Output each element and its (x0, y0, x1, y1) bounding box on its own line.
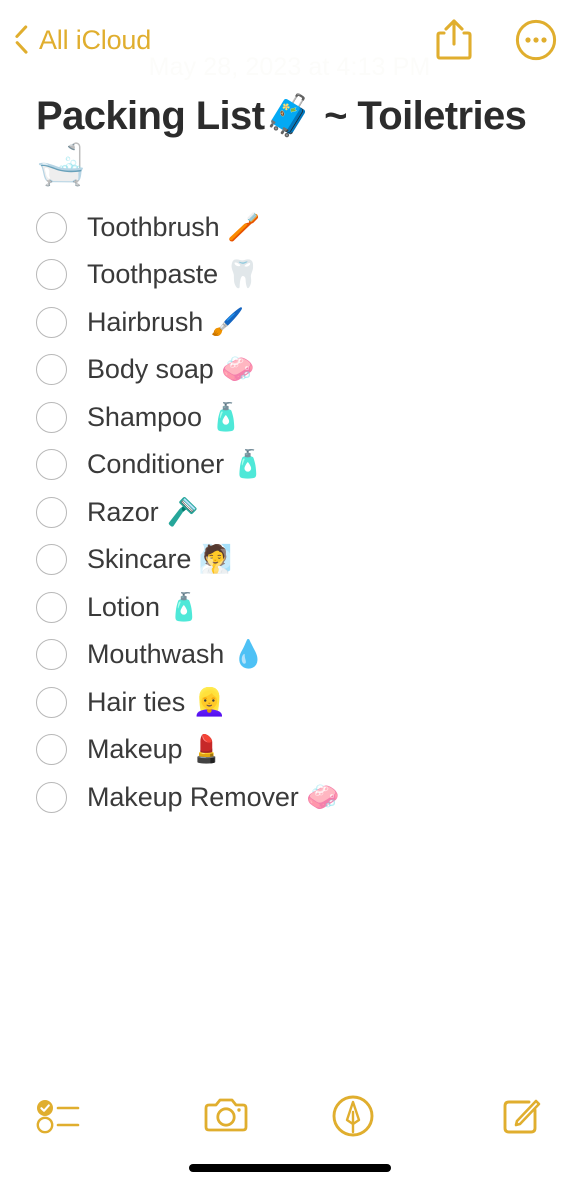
checklist-row[interactable]: Conditioner 🧴 (18, 441, 561, 489)
camera-icon (202, 1096, 250, 1141)
checklist-row[interactable]: Shampoo 🧴 (18, 394, 561, 442)
markup-pen-icon (331, 1094, 375, 1143)
checkbox-circle-icon[interactable] (36, 734, 67, 766)
checkbox-circle-icon[interactable] (36, 306, 67, 338)
checklist-item-label: Toothpaste 🦷 (87, 259, 260, 290)
back-button-label: All iCloud (39, 24, 152, 55)
checklist-item-label: Razor 🪒 (87, 496, 200, 527)
checkbox-circle-icon[interactable] (36, 496, 67, 528)
back-button[interactable]: All iCloud (12, 25, 151, 55)
checkbox-circle-icon[interactable] (36, 401, 67, 433)
checklist-item-label: Conditioner 🧴 (87, 449, 265, 480)
checklist-row[interactable]: Toothpaste 🦷 (18, 251, 561, 299)
checklist-icon (36, 1097, 82, 1140)
chevron-left-icon (12, 25, 30, 55)
note-body[interactable]: Packing List🧳 ~ Toiletries 🛁 Toothbrush … (0, 80, 579, 1072)
checklist-item-label: Shampoo 🧴 (87, 401, 243, 432)
compose-button[interactable] (416, 1088, 561, 1148)
checklist-row[interactable]: Toothbrush 🪥 (18, 204, 561, 252)
checklist-item-label: Makeup Remover 🧼 (87, 781, 340, 812)
checklist-button[interactable] (18, 1088, 163, 1148)
notes-app-screen: All iCloud May 28, 2023 at 4:13 PM Packi… (0, 0, 579, 1200)
navigation-bar: All iCloud May 28, 2023 at 4:13 PM (0, 0, 579, 81)
checkbox-circle-icon[interactable] (36, 686, 67, 718)
checklist: Toothbrush 🪥 Toothpaste 🦷 Hairbrush 🖌️ Body… (18, 204, 561, 822)
checkbox-circle-icon[interactable] (36, 544, 67, 576)
checklist-item-label: Lotion 🧴 (87, 591, 201, 622)
compose-icon (499, 1094, 543, 1143)
checklist-item-label: Mouthwash 💧 (87, 639, 266, 670)
home-indicator[interactable] (188, 1164, 391, 1172)
checklist-item-label: Body soap 🧼 (87, 354, 255, 385)
checklist-row[interactable]: Razor 🪒 (18, 489, 561, 537)
checkbox-circle-icon[interactable] (36, 781, 67, 813)
checklist-row[interactable]: Makeup 💄 (18, 726, 561, 774)
checklist-item-label: Toothbrush 🪥 (87, 211, 261, 242)
home-indicator-area (0, 1164, 579, 1200)
checklist-item-label: Skincare 🧖 (87, 544, 233, 575)
checkbox-circle-icon[interactable] (36, 354, 67, 386)
checklist-row[interactable]: Lotion 🧴 (18, 584, 561, 632)
checkbox-circle-icon[interactable] (36, 259, 67, 291)
checkbox-circle-icon[interactable] (36, 449, 67, 481)
more-options-icon[interactable] (515, 19, 557, 61)
checklist-row[interactable]: Hair ties 👱‍♀️ (18, 679, 561, 727)
camera-button[interactable] (163, 1088, 290, 1148)
checklist-row[interactable]: Skincare 🧖 (18, 536, 561, 584)
checklist-item-label: Hair ties 👱‍♀️ (87, 686, 227, 717)
checklist-row[interactable]: Makeup Remover 🧼 (18, 774, 561, 822)
checklist-item-label: Makeup 💄 (87, 734, 224, 765)
checklist-item-label: Hairbrush 🖌️ (87, 306, 245, 337)
checklist-row[interactable]: Mouthwash 💧 (18, 631, 561, 679)
note-date-stamp: May 28, 2023 at 4:13 PM (148, 53, 431, 81)
checkbox-circle-icon[interactable] (36, 639, 67, 671)
checklist-row[interactable]: Body soap 🧼 (18, 346, 561, 394)
share-icon[interactable] (433, 17, 475, 63)
note-title: Packing List🧳 ~ Toiletries 🛁 (36, 94, 527, 187)
checkbox-circle-icon[interactable] (36, 591, 67, 623)
markup-button[interactable] (290, 1088, 417, 1148)
checkbox-circle-icon[interactable] (36, 211, 67, 243)
checklist-row[interactable]: Hairbrush 🖌️ (18, 299, 561, 347)
bottom-toolbar (0, 1072, 579, 1164)
